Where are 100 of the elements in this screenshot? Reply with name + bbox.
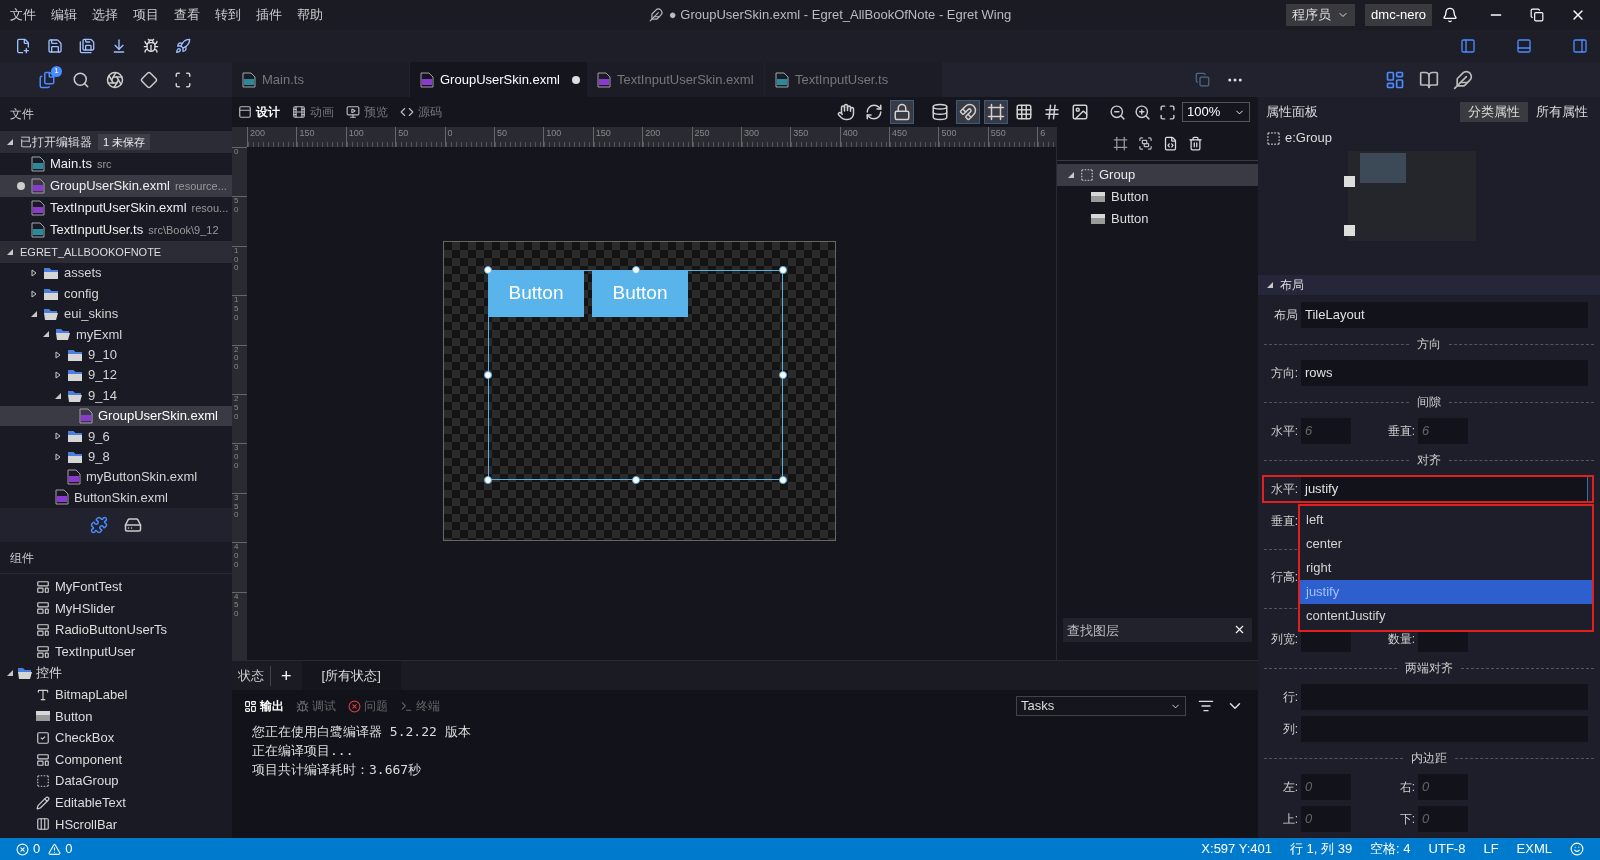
editor-tab[interactable]: TextInputUser.ts xyxy=(765,62,942,97)
menu-item[interactable]: 项目 xyxy=(133,5,159,25)
delete-icon[interactable] xyxy=(1187,136,1203,151)
tree-item[interactable]: assets xyxy=(0,263,232,284)
bell-icon[interactable] xyxy=(1442,7,1458,23)
status-item[interactable]: UTF-8 xyxy=(1428,839,1466,859)
mode-tab[interactable]: 源码 xyxy=(400,103,442,121)
dropdown-option[interactable]: contentJustify xyxy=(1300,604,1592,628)
caret-icon[interactable] xyxy=(54,432,62,441)
caret-icon[interactable] xyxy=(54,452,62,461)
menu-item[interactable]: 编辑 xyxy=(51,5,77,25)
script-file-icon[interactable] xyxy=(1162,136,1178,151)
resize-handle[interactable] xyxy=(484,476,492,484)
fit-icon[interactable] xyxy=(1159,103,1176,121)
component-item[interactable]: Component xyxy=(0,748,232,771)
diamond-icon[interactable] xyxy=(140,70,158,89)
tree-item[interactable]: eui_skins xyxy=(0,303,232,325)
mode-tab[interactable]: 动画 xyxy=(292,103,334,121)
status-item[interactable]: 空格: 4 xyxy=(1370,839,1411,859)
properties-icon[interactable] xyxy=(1385,69,1405,90)
anchor-checkbox[interactable] xyxy=(1344,225,1355,236)
role-dropdown[interactable]: 程序员 xyxy=(1286,4,1356,26)
component-item[interactable]: HScrollBar xyxy=(0,813,232,836)
open-file-item[interactable]: GroupUserSkin.exml resource... xyxy=(0,175,232,197)
text-field[interactable]: TileLayout xyxy=(1301,302,1588,328)
caret-icon[interactable] xyxy=(54,350,62,359)
component-item[interactable]: Button xyxy=(0,705,232,728)
editor-tab[interactable]: TextInputUserSkin.exml xyxy=(587,62,764,97)
resize-handle[interactable] xyxy=(484,371,492,379)
feather-icon[interactable] xyxy=(1453,69,1473,90)
zoom-dropdown[interactable]: 100% xyxy=(1182,102,1250,122)
zoom-in-icon[interactable] xyxy=(1134,103,1151,121)
layer-item[interactable]: Group xyxy=(1057,164,1258,186)
text-field[interactable]: rows xyxy=(1301,360,1588,386)
list-icon[interactable] xyxy=(1198,698,1214,714)
tree-item[interactable]: myExml xyxy=(0,324,232,345)
tree-item[interactable]: 9_8 xyxy=(0,446,232,467)
tree-item[interactable]: 9_10 xyxy=(0,344,232,365)
caret-icon[interactable] xyxy=(1067,171,1075,179)
rocket-icon[interactable] xyxy=(175,38,191,54)
frame-icon[interactable] xyxy=(174,70,192,89)
menu-item[interactable]: 查看 xyxy=(174,5,200,25)
dropdown-option[interactable]: left xyxy=(1300,508,1592,532)
component-item[interactable]: EditableText xyxy=(0,791,232,814)
frame-icon[interactable] xyxy=(1112,136,1128,151)
book-icon[interactable] xyxy=(1419,69,1439,90)
save-icon[interactable] xyxy=(47,38,63,54)
compare-icon[interactable] xyxy=(1195,72,1210,87)
add-state-button[interactable]: + xyxy=(270,665,302,686)
menu-item[interactable]: 帮助 xyxy=(297,5,323,25)
status-item[interactable]: X:597 Y:401 xyxy=(1201,839,1272,859)
resize-handle[interactable] xyxy=(484,266,492,274)
select-field[interactable]: justify xyxy=(1301,476,1588,502)
caret-icon[interactable] xyxy=(6,669,14,678)
editor-tab[interactable]: Main.ts xyxy=(232,62,409,97)
property-tab[interactable]: 所有属性 xyxy=(1528,102,1596,122)
zoom-out-icon[interactable] xyxy=(1109,103,1126,121)
caret-icon[interactable] xyxy=(30,269,38,278)
tree-item[interactable]: config xyxy=(0,283,232,304)
search-icon[interactable] xyxy=(72,70,90,89)
layer-item[interactable]: Button xyxy=(1057,186,1258,208)
caret-icon[interactable] xyxy=(42,330,50,339)
menu-item[interactable]: 文件 xyxy=(10,5,36,25)
open-file-item[interactable]: Main.ts src xyxy=(0,153,232,175)
component-folder[interactable]: 控件 xyxy=(0,662,232,684)
dropdown-option[interactable]: center xyxy=(1300,532,1592,556)
tree-item[interactable]: ButtonSkin.exml xyxy=(0,487,232,508)
search-field[interactable]: 查找图层 xyxy=(1063,618,1252,642)
resize-handle[interactable] xyxy=(779,371,787,379)
status-item[interactable]: EXML xyxy=(1516,839,1552,859)
open-file-item[interactable]: TextInputUserSkin.exml resou... xyxy=(0,197,232,219)
puzzle-icon[interactable] xyxy=(90,516,108,534)
panel-left-icon[interactable] xyxy=(1460,38,1476,54)
mode-tab[interactable]: 设计 xyxy=(238,103,280,121)
state-tab[interactable]: [所有状态] xyxy=(301,660,401,691)
component-item[interactable]: RadioButtonUserTs xyxy=(0,619,232,641)
caret-icon[interactable] xyxy=(6,248,14,256)
caret-icon[interactable] xyxy=(54,371,62,380)
layer-item[interactable]: Button xyxy=(1057,208,1258,230)
status-item[interactable]: LF xyxy=(1483,839,1499,859)
component-item[interactable]: DataGroup xyxy=(0,770,232,792)
status-item[interactable]: 行 1, 列 39 xyxy=(1289,839,1353,859)
resize-handle[interactable] xyxy=(779,476,787,484)
drive-icon[interactable] xyxy=(124,516,142,534)
files-icon[interactable] xyxy=(38,70,56,89)
caret-icon[interactable] xyxy=(30,309,38,318)
resize-handle[interactable] xyxy=(631,266,640,274)
mode-tab[interactable]: 预览 xyxy=(346,103,388,121)
output-tab[interactable]: 输出 xyxy=(244,697,284,715)
new-file-icon[interactable] xyxy=(15,38,31,54)
caret-icon[interactable] xyxy=(1266,281,1274,289)
menu-item[interactable]: 插件 xyxy=(256,5,282,25)
open-file-item[interactable]: TextInputUser.ts src\Book\9_12 xyxy=(0,219,232,241)
component-item[interactable]: CheckBox xyxy=(0,727,232,749)
save-all-icon[interactable] xyxy=(79,38,95,54)
resize-handle[interactable] xyxy=(631,476,640,484)
menu-item[interactable]: 转到 xyxy=(215,5,241,25)
panel-right-icon[interactable] xyxy=(1572,38,1588,54)
caret-icon[interactable] xyxy=(6,138,14,146)
restore-icon[interactable] xyxy=(1530,8,1544,22)
